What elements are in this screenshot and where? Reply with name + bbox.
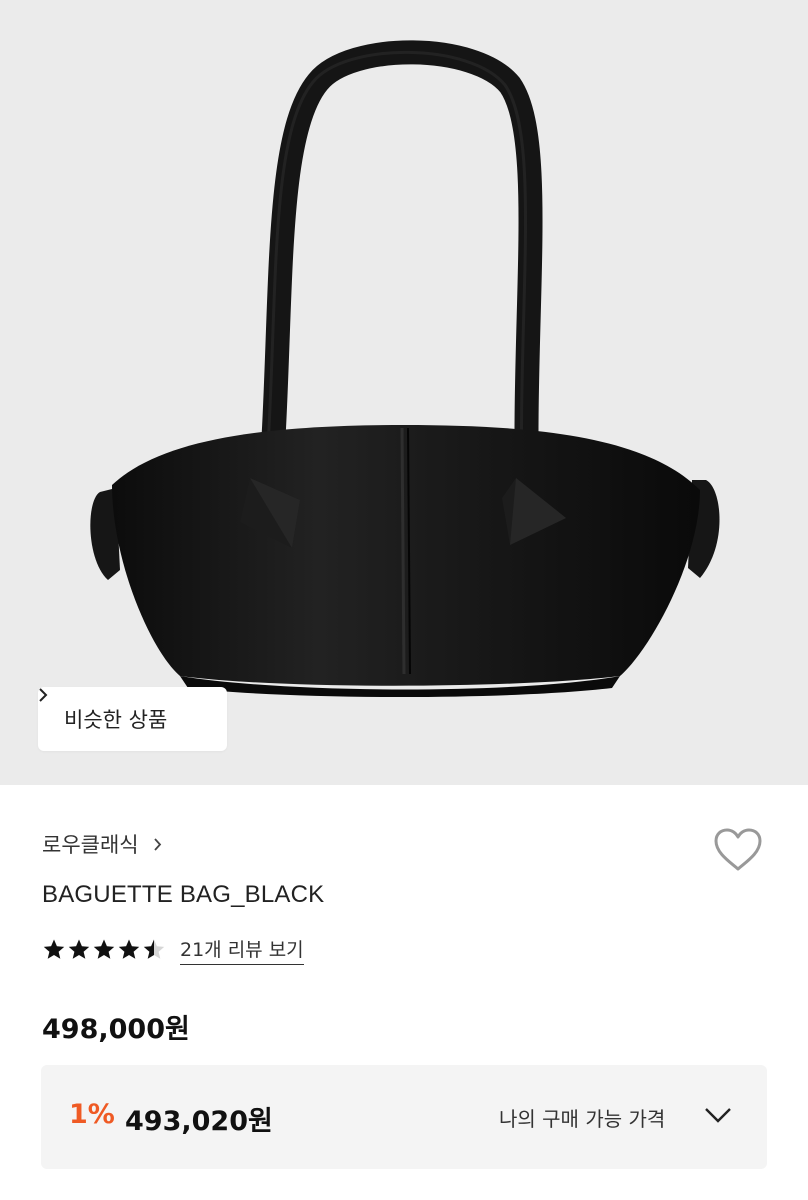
similar-products-button[interactable]: 비슷한 상품 bbox=[38, 687, 227, 751]
brand-link[interactable]: 로우클래식 bbox=[42, 829, 162, 859]
discount-rate: 1% bbox=[69, 1099, 115, 1130]
rating-row: 21개 리뷰 보기 bbox=[42, 935, 304, 965]
star-full-icon bbox=[67, 938, 91, 962]
star-half-icon bbox=[142, 938, 166, 962]
heart-outline-icon[interactable] bbox=[712, 827, 764, 873]
my-price-box[interactable]: 1% 493,020원 나의 구매 가능 가격 bbox=[41, 1065, 767, 1169]
product-info: 로우클래식 BAGUETTE BAG_BLACK 21개 리뷰 보기 498,0… bbox=[0, 785, 808, 1200]
my-price-label: 나의 구매 가능 가격 bbox=[499, 1107, 666, 1131]
product-price: 498,000원 bbox=[42, 1014, 190, 1045]
brand-name: 로우클래식 bbox=[42, 833, 139, 857]
product-image-area: 비슷한 상품 bbox=[0, 0, 808, 785]
chevron-right-icon bbox=[153, 837, 162, 852]
star-full-icon bbox=[42, 938, 66, 962]
review-link[interactable]: 21개 리뷰 보기 bbox=[180, 935, 304, 965]
bag-image bbox=[90, 40, 720, 697]
chevron-down-icon[interactable] bbox=[703, 1105, 733, 1125]
product-name: BAGUETTE BAG_BLACK bbox=[42, 881, 325, 908]
similar-products-label: 비슷한 상품 bbox=[64, 708, 168, 732]
star-rating bbox=[42, 938, 166, 962]
star-full-icon bbox=[117, 938, 141, 962]
star-full-icon bbox=[92, 938, 116, 962]
discounted-price: 493,020원 bbox=[125, 1106, 273, 1137]
